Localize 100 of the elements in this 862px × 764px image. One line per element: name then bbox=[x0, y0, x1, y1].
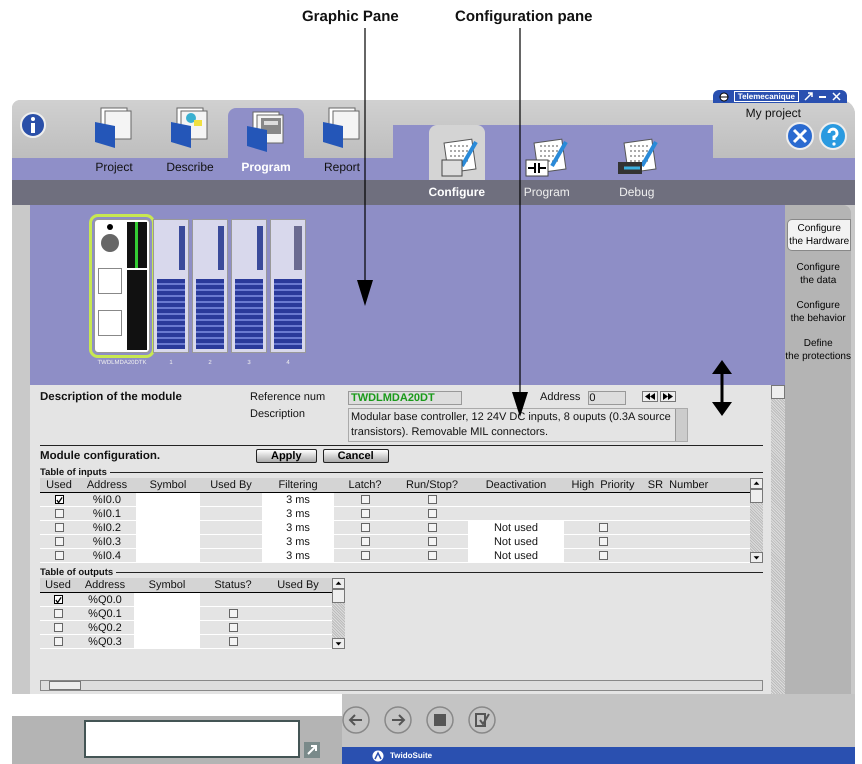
checkbox[interactable] bbox=[54, 595, 62, 604]
scrollbar[interactable] bbox=[40, 680, 764, 691]
checkbox[interactable] bbox=[228, 609, 238, 618]
task-button[interactable]: Configure the Hardware bbox=[787, 219, 851, 251]
filter-field[interactable]: 3 ms bbox=[262, 493, 334, 506]
action-button[interactable]: Cancel bbox=[322, 449, 389, 463]
checkbox[interactable] bbox=[54, 609, 62, 618]
checkbox[interactable] bbox=[54, 551, 64, 560]
task-button[interactable]: Configure the behavior bbox=[785, 297, 851, 327]
column-header: Deactivation bbox=[484, 478, 548, 492]
resize-arrow-icon bbox=[712, 360, 732, 416]
forward-icon[interactable] bbox=[384, 706, 412, 734]
checkbox[interactable] bbox=[428, 537, 436, 546]
sub-tab[interactable]: Debug bbox=[592, 125, 681, 205]
rewind-icon bbox=[645, 393, 656, 400]
section-heading: Module configuration. bbox=[40, 450, 162, 462]
column-header: Run/Stop? bbox=[405, 478, 459, 492]
symbol-field[interactable] bbox=[136, 549, 200, 562]
deactivation-field[interactable]: Not used bbox=[468, 549, 564, 562]
plc-module-drawing[interactable] bbox=[270, 219, 306, 353]
app-name: TwidoSuite bbox=[390, 751, 432, 760]
next-button[interactable] bbox=[660, 391, 676, 402]
checkbox[interactable] bbox=[360, 509, 370, 518]
app-logo-icon bbox=[372, 750, 384, 762]
table-title: Table of inputs bbox=[40, 467, 107, 478]
save-icon[interactable] bbox=[426, 706, 454, 734]
checkbox[interactable] bbox=[228, 623, 238, 632]
symbol-field[interactable] bbox=[134, 635, 200, 648]
checkbox[interactable] bbox=[54, 623, 62, 632]
checkbox[interactable] bbox=[428, 523, 436, 532]
close-icon[interactable] bbox=[832, 92, 841, 101]
back-icon[interactable] bbox=[342, 706, 370, 734]
fast-forward-icon bbox=[663, 393, 674, 400]
task-button[interactable]: Define the protections bbox=[785, 335, 851, 365]
action-button[interactable]: Apply bbox=[256, 449, 317, 463]
column-header: Filtering bbox=[277, 478, 319, 492]
checkbox[interactable] bbox=[360, 495, 370, 504]
checkbox[interactable] bbox=[428, 509, 436, 518]
table-cell-text: %Q0.1 bbox=[87, 607, 123, 620]
symbol-field[interactable] bbox=[136, 493, 200, 506]
scroll-down-icon[interactable] bbox=[332, 638, 345, 649]
scroll-up-icon[interactable] bbox=[332, 578, 345, 589]
brand-label: Telemecanique bbox=[734, 91, 799, 102]
previous-button[interactable] bbox=[642, 391, 658, 402]
filter-field[interactable]: 3 ms bbox=[262, 521, 334, 534]
checkbox[interactable] bbox=[360, 551, 370, 560]
symbol-field[interactable] bbox=[134, 593, 200, 606]
checkbox[interactable] bbox=[54, 509, 64, 518]
annotation-label: Configuration pane bbox=[455, 8, 592, 25]
scroll-up-icon[interactable] bbox=[750, 478, 764, 489]
scroll-thumb[interactable] bbox=[332, 589, 345, 603]
deactivation-field[interactable]: Not used bbox=[468, 535, 564, 548]
task-button[interactable]: Configure the data bbox=[785, 259, 851, 289]
checkbox[interactable] bbox=[54, 523, 64, 532]
checkbox[interactable] bbox=[228, 637, 238, 646]
restore-icon[interactable] bbox=[804, 92, 813, 101]
checkbox[interactable] bbox=[598, 523, 608, 532]
field-label: Description bbox=[250, 408, 306, 420]
table-cell-text: %I0.0 bbox=[92, 493, 122, 506]
checkbox[interactable] bbox=[54, 637, 62, 646]
table-cell-text: %Q0.3 bbox=[87, 635, 123, 648]
address-field[interactable]: 0 bbox=[588, 391, 626, 405]
expand-icon[interactable] bbox=[304, 742, 320, 758]
message-field[interactable] bbox=[84, 720, 300, 758]
scrollbar[interactable] bbox=[332, 578, 345, 649]
table-title: Table of outputs bbox=[40, 567, 114, 578]
filter-field[interactable]: 3 ms bbox=[262, 549, 334, 562]
checkbox[interactable] bbox=[428, 551, 436, 560]
plc-module-drawing[interactable] bbox=[231, 219, 267, 353]
scrollbar[interactable] bbox=[750, 478, 764, 563]
checkbox[interactable] bbox=[428, 495, 436, 504]
scrollbar[interactable] bbox=[771, 385, 786, 694]
checkbox[interactable] bbox=[360, 523, 370, 532]
checkbox[interactable] bbox=[54, 537, 64, 546]
scrollbar[interactable] bbox=[675, 409, 687, 441]
deactivation-field[interactable]: Not used bbox=[468, 521, 564, 534]
table-cell-text: %I0.1 bbox=[92, 507, 122, 520]
plc-module-drawing[interactable] bbox=[153, 219, 189, 353]
main-tab[interactable]: Project bbox=[76, 100, 152, 180]
plc-module-drawing[interactable] bbox=[192, 219, 228, 353]
filter-field[interactable]: 3 ms bbox=[262, 507, 334, 520]
info-icon[interactable] bbox=[20, 112, 46, 138]
scroll-thumb[interactable] bbox=[750, 489, 764, 503]
checkbox[interactable] bbox=[360, 537, 370, 546]
sub-tab[interactable]: Program bbox=[502, 125, 591, 205]
checkbox[interactable] bbox=[598, 551, 608, 560]
scroll-down-icon[interactable] bbox=[750, 552, 764, 563]
main-tab[interactable]: Report bbox=[304, 100, 380, 180]
scroll-thumb[interactable] bbox=[771, 385, 786, 399]
main-tab[interactable]: Describe bbox=[152, 100, 228, 180]
table-cell-text: %Q0.2 bbox=[87, 621, 123, 634]
sub-tab[interactable]: Configure bbox=[412, 125, 501, 205]
help-icon[interactable] bbox=[819, 122, 847, 150]
export-icon[interactable] bbox=[468, 706, 496, 734]
checkbox[interactable] bbox=[598, 537, 608, 546]
column-header: Status? bbox=[213, 578, 253, 592]
scroll-thumb[interactable] bbox=[49, 681, 81, 690]
column-header: Used By bbox=[209, 478, 253, 492]
filter-field[interactable]: 3 ms bbox=[262, 535, 334, 548]
checkbox[interactable] bbox=[54, 495, 64, 504]
